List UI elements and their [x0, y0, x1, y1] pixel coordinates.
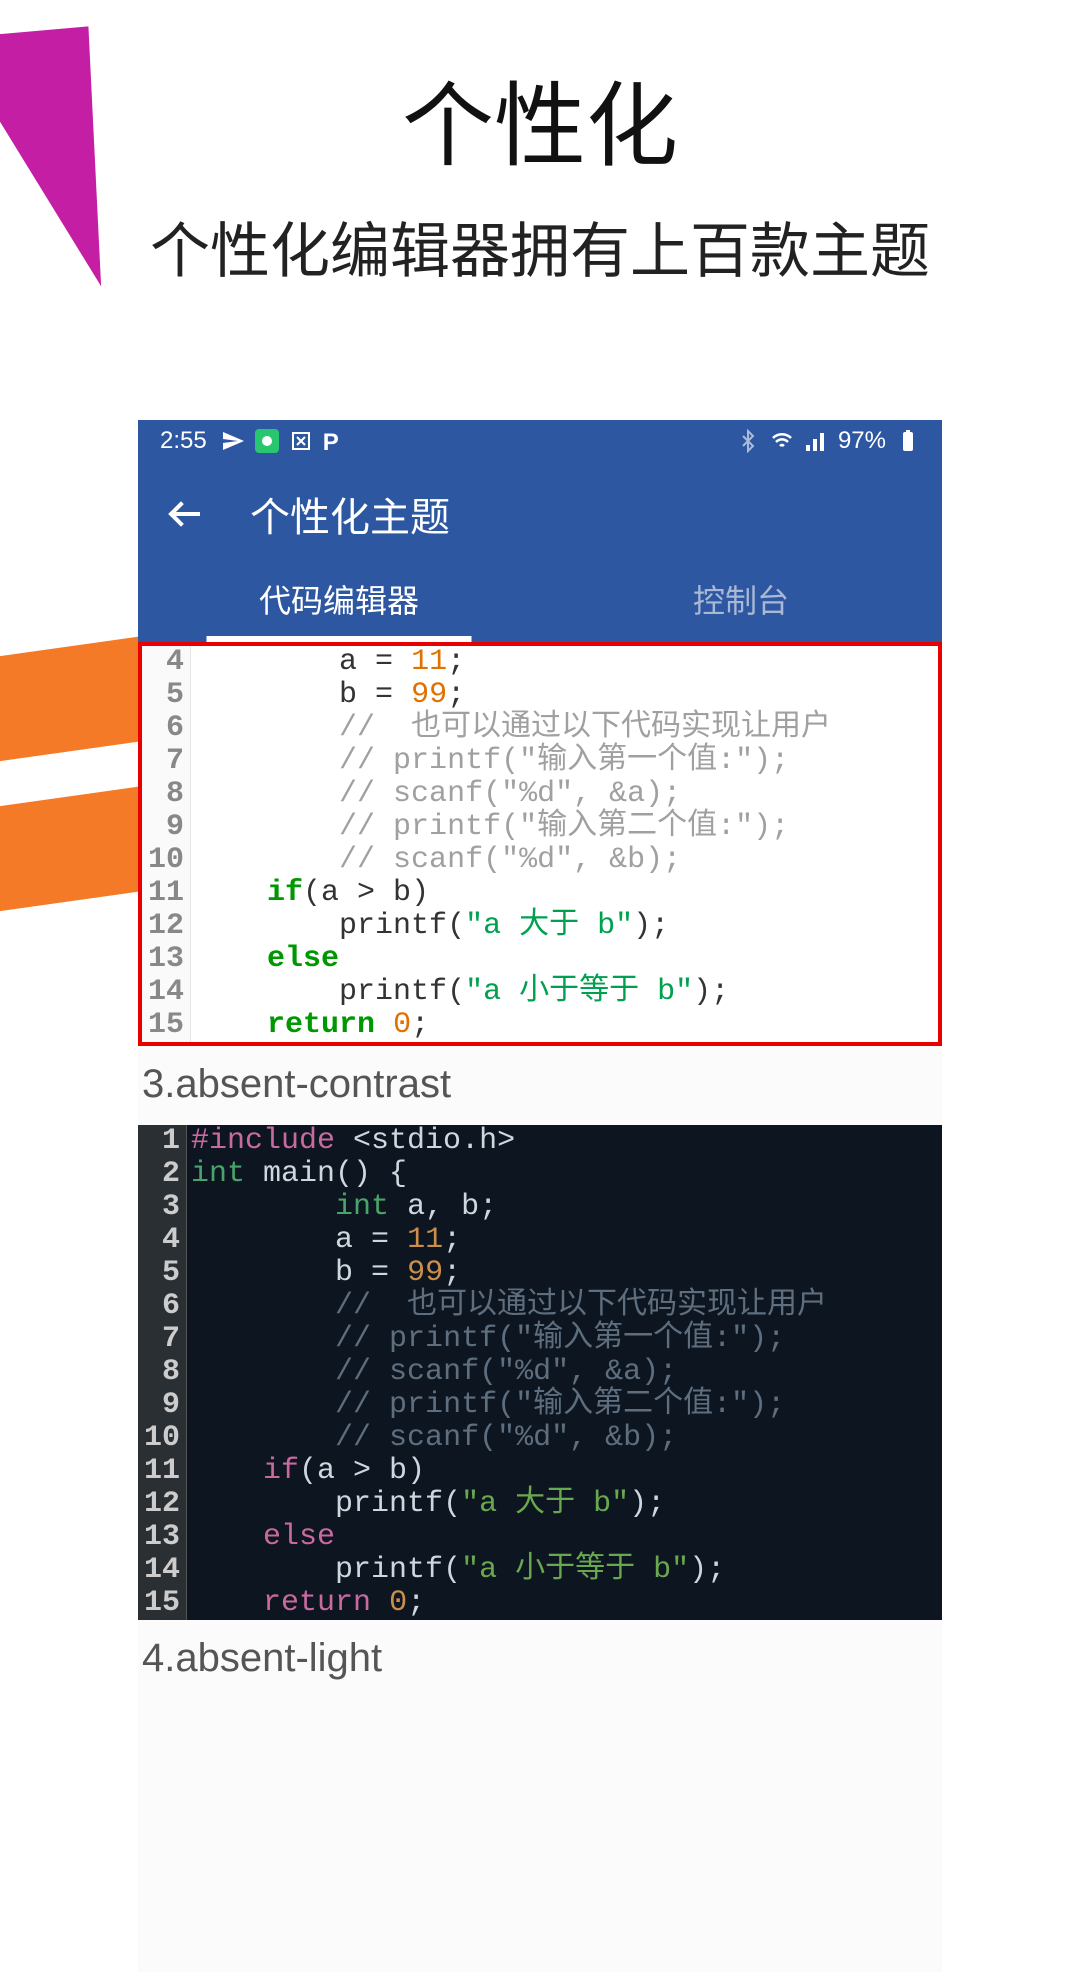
theme-preview-dark[interactable]: 123456789101112131415 #include <stdio.h>…: [138, 1125, 942, 1620]
p-icon: P: [323, 429, 347, 453]
tab-console[interactable]: 控制台: [540, 566, 942, 642]
tabs: 代码编辑器 控制台: [138, 566, 942, 642]
back-icon[interactable]: [166, 495, 204, 533]
signal-icon: [804, 429, 828, 453]
battery-icon: [896, 429, 920, 453]
box-icon: [289, 429, 313, 453]
battery-percent: 97%: [838, 427, 886, 455]
decoration-bar-orange-2: [0, 785, 150, 914]
page-subtitle: 个性化编辑器拥有上百款主题: [0, 203, 1080, 290]
phone-frame: 2:55 P 97%: [138, 420, 942, 1972]
send-icon: [221, 429, 245, 453]
gutter-light: 456789101112131415: [142, 646, 191, 1042]
gutter-dark: 123456789101112131415: [138, 1125, 187, 1620]
code-light: a = 11; b = 99; // 也可以通过以下代码实现让用户 // pri…: [191, 646, 831, 1042]
status-icons-right: 97%: [736, 427, 920, 455]
wifi-icon: [770, 429, 794, 453]
theme-label-3: 3.absent-contrast: [138, 1046, 942, 1125]
status-time: 2:55: [160, 427, 207, 455]
status-icons-left: P: [221, 429, 347, 453]
decoration-bar-orange-1: [0, 635, 150, 764]
bluetooth-icon: [736, 429, 760, 453]
status-bar: 2:55 P 97%: [138, 420, 942, 462]
theme-label-4: 4.absent-light: [138, 1620, 942, 1699]
page-title: 个性化: [0, 52, 1080, 185]
camera-icon: [255, 429, 279, 453]
appbar-title: 个性化主题: [250, 485, 450, 543]
theme-preview-light[interactable]: 456789101112131415 a = 11; b = 99; // 也可…: [138, 642, 942, 1046]
app-bar: 个性化主题: [138, 462, 942, 566]
tab-code-editor[interactable]: 代码编辑器: [138, 566, 540, 642]
code-dark: #include <stdio.h>int main() { int a, b;…: [187, 1125, 827, 1620]
